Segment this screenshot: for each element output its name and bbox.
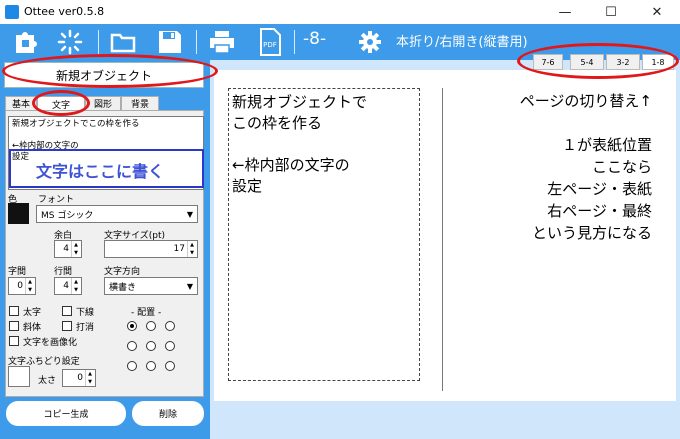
strike-label: 打消 xyxy=(76,323,95,333)
spin-arrows-icon[interactable]: ▲ ▼ xyxy=(71,241,80,257)
outline-color-swatch[interactable] xyxy=(8,366,30,387)
align-bottom-center-radio[interactable] xyxy=(146,361,156,371)
open-folder-icon[interactable] xyxy=(110,28,138,56)
char-spacing-label: 字間 xyxy=(8,267,27,277)
margin-stepper[interactable]: 4 ▲ ▼ xyxy=(54,240,82,258)
align-top-right-radio[interactable] xyxy=(165,321,175,331)
text-color-swatch[interactable] xyxy=(8,203,29,224)
line-spacing-label: 行間 xyxy=(54,267,73,277)
align-bottom-right-radio[interactable] xyxy=(165,361,175,371)
char-spacing-stepper[interactable]: 0 ▲ ▼ xyxy=(8,277,36,295)
image-text-label: 文字を画像化 xyxy=(23,338,78,348)
strike-checkbox[interactable] xyxy=(62,321,72,331)
underline-label: 下線 xyxy=(76,308,95,318)
line-spacing-stepper[interactable]: 4 ▲ ▼ xyxy=(54,277,82,295)
bold-checkbox[interactable] xyxy=(9,306,19,316)
char-spacing-value: 0 xyxy=(17,281,23,291)
spin-arrows-icon[interactable]: ▲ ▼ xyxy=(71,278,80,294)
font-select[interactable]: MS ゴシック ▼ xyxy=(36,205,198,223)
direction-select-value: 横書き xyxy=(109,282,137,293)
app-icon xyxy=(5,5,19,19)
toolbar-separator xyxy=(294,30,295,54)
bold-label: 太字 xyxy=(23,308,42,318)
toolbar-separator xyxy=(98,30,99,54)
puzzle-icon[interactable] xyxy=(12,28,40,56)
thickness-value: 0 xyxy=(77,373,83,383)
text-object-content: 新規オブジェクトで この枠を作る ←枠内部の文字の 設定 xyxy=(232,93,368,195)
annotation-ellipse-new-object xyxy=(2,54,218,88)
close-button[interactable]: ✕ xyxy=(634,0,680,24)
font-size-stepper[interactable]: 17 ▲ ▼ xyxy=(104,240,198,258)
underline-checkbox[interactable] xyxy=(62,306,72,316)
align-top-left-radio[interactable] xyxy=(127,321,137,331)
align-top-center-radio[interactable] xyxy=(146,321,156,331)
toolbar-separator xyxy=(196,30,197,54)
copy-button[interactable]: コピー生成 xyxy=(6,401,126,426)
italic-checkbox[interactable] xyxy=(9,321,19,331)
page-number: -8- xyxy=(303,29,327,49)
chevron-down-icon: ▼ xyxy=(186,282,193,291)
text-here-annotation: 文字はここに書く xyxy=(36,162,165,181)
align-middle-center-radio[interactable] xyxy=(146,341,156,351)
page-note-text: ページの切り替え↑ １が表紙位置 ここなら 左ページ・表紙 右ページ・最終 とい… xyxy=(519,92,652,242)
spin-arrows-icon[interactable]: ▲ ▼ xyxy=(25,278,34,294)
tab-shape[interactable]: 図形 xyxy=(85,96,121,111)
align-middle-right-radio[interactable] xyxy=(165,341,175,351)
line-spacing-value: 4 xyxy=(63,281,69,291)
font-size-value: 17 xyxy=(173,244,185,254)
gear-icon[interactable] xyxy=(356,28,384,56)
thickness-stepper[interactable]: 0 ▲ ▼ xyxy=(62,369,96,387)
print-icon[interactable] xyxy=(208,28,236,56)
minimize-button[interactable]: — xyxy=(542,0,588,24)
tab-background[interactable]: 背景 xyxy=(121,96,159,111)
delete-button[interactable]: 削除 xyxy=(132,401,204,426)
spin-arrows-icon[interactable]: ▲ ▼ xyxy=(187,241,196,257)
align-bottom-left-radio[interactable] xyxy=(127,361,137,371)
font-select-value: MS ゴシック xyxy=(41,210,94,221)
window-title: Ottee ver0.5.8 xyxy=(24,5,105,18)
maximize-button[interactable]: ☐ xyxy=(588,0,634,24)
image-text-checkbox[interactable] xyxy=(9,336,19,346)
save-icon[interactable] xyxy=(156,28,184,56)
binding-mode-label[interactable]: 本折り/右開き(縦書用) xyxy=(396,31,528,50)
pdf-icon-label: PDF xyxy=(263,41,277,49)
alignment-label: - 配置 - xyxy=(131,308,162,318)
chevron-down-icon: ▼ xyxy=(186,210,193,219)
font-label: フォント xyxy=(38,195,75,205)
annotation-ellipse-page-tabs xyxy=(517,43,679,79)
annotation-ellipse-text-tab xyxy=(32,90,90,116)
direction-label: 文字方向 xyxy=(104,267,141,277)
align-middle-left-radio[interactable] xyxy=(127,341,137,351)
spin-arrows-icon[interactable]: ▲ ▼ xyxy=(85,370,94,386)
direction-select[interactable]: 横書き ▼ xyxy=(104,277,198,295)
thickness-label: 太さ xyxy=(38,376,57,386)
pdf-icon[interactable]: PDF xyxy=(256,28,284,56)
margin-value: 4 xyxy=(63,244,69,254)
italic-label: 斜体 xyxy=(23,323,42,333)
sparkle-icon[interactable] xyxy=(56,28,84,56)
